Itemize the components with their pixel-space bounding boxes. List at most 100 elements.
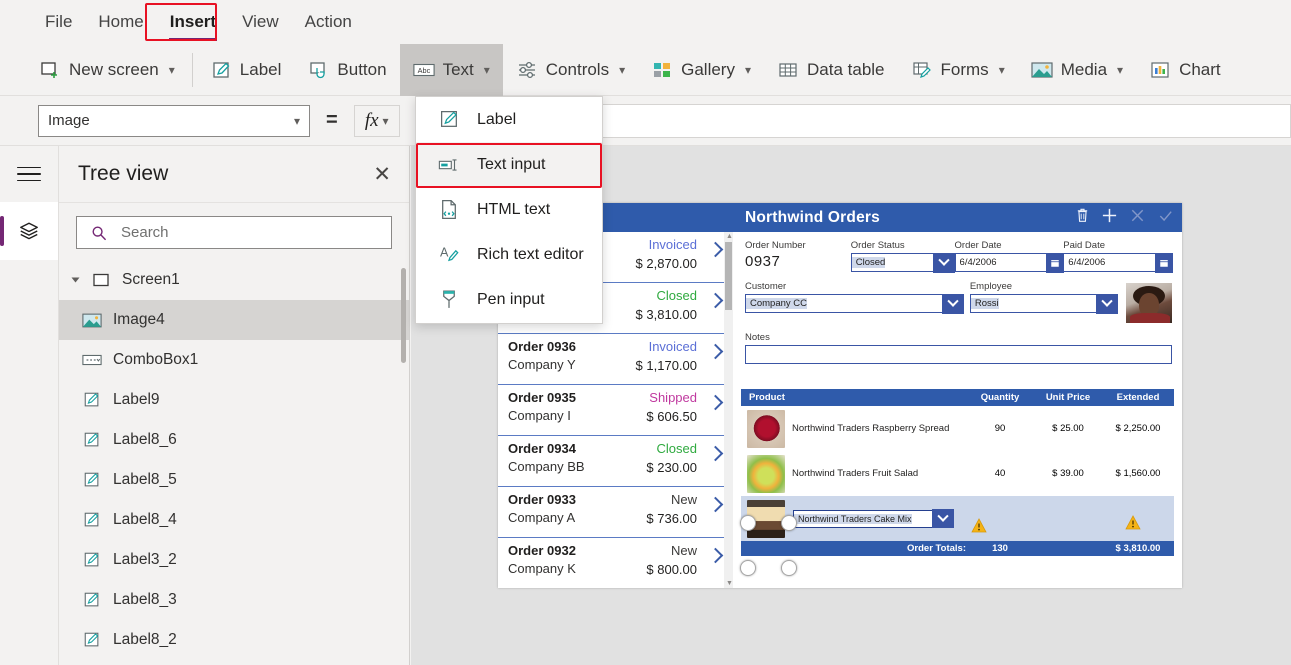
product-select-dropdown[interactable]: Northwind Traders Cake Mix [793,510,953,528]
hamburger-icon [17,162,41,187]
calendar-icon[interactable] [1046,253,1064,273]
notes-input[interactable] [745,345,1172,364]
menu-item-action[interactable]: Action [292,8,365,36]
dropdown-item-text-input[interactable]: Text input [416,142,602,187]
trash-icon[interactable] [1075,207,1090,228]
expand-arrow-icon[interactable] [72,278,80,283]
detail-row-1: Order Number 0937 Order Status Closed Or… [745,240,1172,272]
close-icon[interactable]: ✕ [373,164,391,185]
rail-item-tree-view[interactable] [0,202,58,260]
selection-handle-top-left[interactable] [740,515,756,531]
customer-dropdown[interactable]: Company CC [745,294,964,313]
chevron-right-icon[interactable] [708,548,724,564]
ribbon-new-screen-button[interactable]: New screen ▾ [26,44,188,96]
chevron-down-icon[interactable] [1096,294,1118,314]
gallery-scrollbar[interactable]: ▲ ▼ [724,232,733,588]
tree-scrollbar[interactable] [401,268,406,363]
tree-node-label8-5[interactable]: Label8_5 [59,460,409,500]
powerapps-studio-window: File Home Insert View Action New screen … [0,0,1291,665]
gallery-row[interactable]: Order 0932 Company K New $ 800.00 [498,538,733,588]
gallery-status: Closed [657,441,697,456]
scrollbar-thumb[interactable] [725,242,732,310]
chevron-right-icon[interactable] [708,242,724,258]
scroll-up-arrow-icon[interactable]: ▲ [726,233,733,240]
dropdown-item-pen-input[interactable]: Pen input [416,277,602,322]
tree-node-label8-4[interactable]: Label8_4 [59,500,409,540]
hamburger-menu-button[interactable] [0,146,58,202]
tree-node-screen1[interactable]: Screen1 [59,260,409,300]
dropdown-item-rich-text-editor[interactable]: A Rich text editor [416,232,602,277]
chevron-down-icon[interactable] [942,294,964,314]
menu-item-home[interactable]: Home [85,8,156,36]
tree-node-label8-6[interactable]: Label8_6 [59,420,409,460]
menu-item-file[interactable]: File [32,8,85,36]
active-tab-underline [169,38,217,41]
ribbon-label-button[interactable]: Label [197,44,295,96]
search-input[interactable]: Search [76,216,392,249]
tree-node-label: Label9 [113,391,160,409]
tree-node-label3-2[interactable]: Label3_2 [59,540,409,580]
product-edit-row[interactable]: Northwind Traders Cake Mix [741,496,1174,541]
chevron-down-icon: ▾ [745,63,751,77]
selection-handle-bottom-right[interactable] [781,560,797,576]
gallery-status: New [671,492,697,507]
product-row[interactable]: Northwind Traders Raspberry Spread 90 $ … [741,406,1174,451]
chevron-right-icon[interactable] [708,497,724,513]
rich-text-editor-icon: A [438,244,460,266]
ribbon-gallery-button[interactable]: Gallery ▾ [638,44,764,96]
scroll-down-arrow-icon[interactable]: ▼ [726,580,733,587]
ribbon-button-button[interactable]: Button [294,44,399,96]
label-icon [81,549,103,571]
paid-date-picker[interactable]: 6/4/2006 [1063,253,1172,272]
gallery-row[interactable]: Order 0936 Company Y Invoiced $ 1,170.00 [498,334,733,385]
tree-node-label9[interactable]: Label9 [59,380,409,420]
chevron-right-icon[interactable] [708,293,724,309]
menu-item-view[interactable]: View [229,8,292,36]
chevron-down-icon[interactable] [932,509,954,528]
order-date-picker[interactable]: 6/4/2006 [955,253,1064,272]
dropdown-item-label[interactable]: Label [416,97,602,142]
chevron-right-icon[interactable] [708,395,724,411]
gallery-status: Invoiced [649,237,697,252]
gallery-row[interactable]: Order 0933 Company A New $ 736.00 [498,487,733,538]
calendar-icon[interactable] [1155,253,1173,273]
plus-icon[interactable] [1101,207,1118,229]
gallery-row[interactable]: Order 0935 Company I Shipped $ 606.50 [498,385,733,436]
text-input-icon [438,154,460,176]
property-selector[interactable]: Image ▾ [38,105,310,137]
ribbon-media-button[interactable]: Media ▾ [1018,44,1136,96]
search-placeholder: Search [121,224,169,241]
data-table-icon [777,59,799,81]
ribbon-forms-button[interactable]: Forms ▾ [898,44,1018,96]
fx-label: fx [365,110,379,132]
employee-dropdown[interactable]: Rossi [970,294,1118,313]
menu-item-insert[interactable]: Insert [157,8,229,36]
ribbon-controls-button[interactable]: Controls ▾ [503,44,638,96]
tree-node-label: Screen1 [122,271,180,289]
ribbon-data-table-button[interactable]: Data table [764,44,898,96]
fruit-salad-thumb [747,455,785,493]
label-icon [81,629,103,651]
tree-node-label: ComboBox1 [113,351,198,369]
top-menu-bar: File Home Insert View Action [0,0,1291,44]
product-row[interactable]: Northwind Traders Fruit Salad 40 $ 39.00… [741,451,1174,496]
order-status-dropdown[interactable]: Closed [851,253,955,272]
chevron-right-icon[interactable] [708,446,724,462]
ribbon-chart-button[interactable]: Chart [1136,44,1234,96]
order-status-label: Order Status [851,240,955,251]
ribbon-text-button[interactable]: Abc Text ▾ [400,44,503,96]
tree-node-image4[interactable]: Image4 [59,300,409,340]
tree-node-label8-2[interactable]: Label8_2 [59,620,409,660]
chevron-right-icon[interactable] [708,344,724,360]
dropdown-item-html-text[interactable]: HTML text [416,187,602,232]
selection-handle-bottom-left[interactable] [740,560,756,576]
gallery-amount: $ 2,870.00 [636,256,697,271]
fx-button[interactable]: fx ▾ [354,105,400,137]
cancel-x-icon[interactable] [1129,207,1146,229]
tree-node-combobox1[interactable]: ComboBox1 [59,340,409,380]
chevron-down-icon[interactable] [933,253,955,273]
selection-handle-top-right[interactable] [781,515,797,531]
tree-node-label8-3[interactable]: Label8_3 [59,580,409,620]
check-icon[interactable] [1157,207,1174,229]
gallery-row[interactable]: Order 0934 Company BB Closed $ 230.00 [498,436,733,487]
